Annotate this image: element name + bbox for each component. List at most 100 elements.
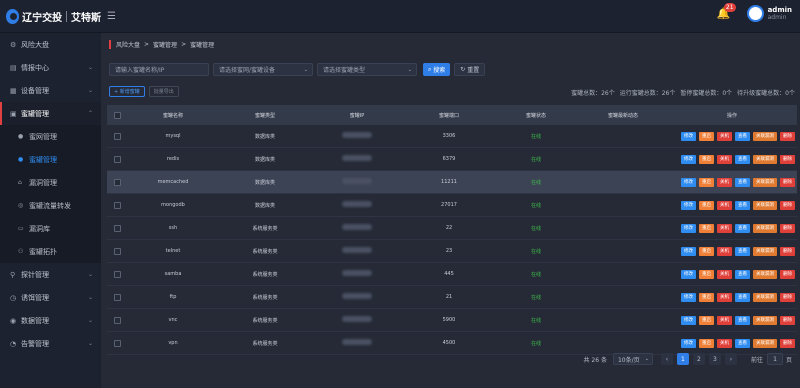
row-checkbox[interactable] xyxy=(113,224,121,232)
sidebar-subitem-honeypot[interactable]: ● 蜜罐管理 xyxy=(0,148,101,171)
sidebar-item-device-mgmt[interactable]: ▦ 设备管理 ⌄ xyxy=(0,79,101,102)
breadcrumb-item[interactable]: 蜜罐管理 xyxy=(153,40,177,49)
edit-button[interactable]: 修改 xyxy=(681,269,696,279)
shutdown-button[interactable]: 关机 xyxy=(717,246,732,256)
page-size-select[interactable]: 10条/页 ⌄ xyxy=(612,353,653,365)
table-row[interactable]: vpn 系统服务类 4500 在线 修改 重启 关机 查看 关联漏洞 删除 xyxy=(107,332,797,355)
menu-toggle-icon[interactable]: ☰ xyxy=(107,11,116,22)
delete-button[interactable]: 删除 xyxy=(780,338,795,348)
view-button[interactable]: 查看 xyxy=(735,177,750,187)
edit-button[interactable]: 修改 xyxy=(681,315,696,325)
edit-button[interactable]: 修改 xyxy=(681,200,696,210)
table-row[interactable]: samba 系统服务类 445 在线 修改 重启 关机 查看 关联漏洞 删除 xyxy=(107,263,797,286)
link-vuln-button[interactable]: 关联漏洞 xyxy=(753,292,777,302)
sidebar-subitem-vuln[interactable]: ⌂ 漏洞管理 xyxy=(0,171,101,194)
add-honeypot-button[interactable]: + 新增蜜罐 xyxy=(109,86,145,97)
delete-button[interactable]: 删除 xyxy=(780,223,795,233)
delete-button[interactable]: 删除 xyxy=(780,154,795,164)
restart-button[interactable]: 重启 xyxy=(699,223,714,233)
table-row[interactable]: mongodb 数据库类 27017 在线 修改 重启 关机 查看 关联漏洞 删除 xyxy=(107,194,797,217)
shutdown-button[interactable]: 关机 xyxy=(717,177,732,187)
delete-button[interactable]: 删除 xyxy=(780,246,795,256)
sidebar-item-risk-dashboard[interactable]: ⚙ 风险大盘 xyxy=(0,33,101,56)
delete-button[interactable]: 删除 xyxy=(780,269,795,279)
shutdown-button[interactable]: 关机 xyxy=(717,223,732,233)
prev-page-button[interactable]: ‹ xyxy=(660,353,673,365)
reset-button[interactable]: ↻ 重置 xyxy=(454,63,486,76)
view-button[interactable]: 查看 xyxy=(735,223,750,233)
row-checkbox[interactable] xyxy=(113,132,121,140)
delete-button[interactable]: 删除 xyxy=(780,131,795,141)
sidebar-subitem-topology[interactable]: ⚇ 蜜罐拓扑 xyxy=(0,240,101,263)
delete-button[interactable]: 删除 xyxy=(780,200,795,210)
restart-button[interactable]: 重启 xyxy=(699,177,714,187)
shutdown-button[interactable]: 关机 xyxy=(717,338,732,348)
sidebar-item-data-mgmt[interactable]: ◉ 数据管理 ⌄ xyxy=(0,309,101,332)
view-button[interactable]: 查看 xyxy=(735,338,750,348)
name-search-input[interactable]: 请输入蜜罐名称/IP xyxy=(109,63,209,76)
breadcrumb-item[interactable]: 风险大盘 xyxy=(116,40,140,49)
batch-export-button[interactable]: 批量导出 xyxy=(148,86,179,97)
row-checkbox[interactable] xyxy=(113,178,121,186)
link-vuln-button[interactable]: 关联漏洞 xyxy=(753,177,777,187)
type-select[interactable]: 请选择蜜罐类型 ⌄ xyxy=(317,63,417,76)
row-checkbox[interactable] xyxy=(113,155,121,163)
restart-button[interactable]: 重启 xyxy=(699,131,714,141)
delete-button[interactable]: 删除 xyxy=(780,315,795,325)
restart-button[interactable]: 重启 xyxy=(699,269,714,279)
sidebar-item-alarm-mgmt[interactable]: ◔ 告警管理 ⌄ xyxy=(0,332,101,355)
restart-button[interactable]: 重启 xyxy=(699,200,714,210)
view-button[interactable]: 查看 xyxy=(735,292,750,302)
view-button[interactable]: 查看 xyxy=(735,131,750,141)
table-row[interactable]: ftp 系统服务类 21 在线 修改 重启 关机 查看 关联漏洞 删除 xyxy=(107,286,797,309)
shutdown-button[interactable]: 关机 xyxy=(717,131,732,141)
sidebar-subitem-vuln-lib[interactable]: ▭ 漏洞库 xyxy=(0,217,101,240)
row-checkbox[interactable] xyxy=(113,247,121,255)
goto-page-input[interactable]: 1 xyxy=(766,353,783,365)
view-button[interactable]: 查看 xyxy=(735,246,750,256)
table-row[interactable]: vnc 系统服务类 5900 在线 修改 重启 关机 查看 关联漏洞 删除 xyxy=(107,309,797,332)
edit-button[interactable]: 修改 xyxy=(681,154,696,164)
sidebar-subitem-traffic[interactable]: ◎ 蜜罐流量转发 xyxy=(0,194,101,217)
table-row[interactable]: ssh 系统服务类 22 在线 修改 重启 关机 查看 关联漏洞 删除 xyxy=(107,217,797,240)
page-button[interactable]: 3 xyxy=(708,353,721,365)
sidebar-item-honeypot-mgmt[interactable]: ▣ 蜜罐管理 ⌃ xyxy=(0,102,101,125)
link-vuln-button[interactable]: 关联漏洞 xyxy=(753,200,777,210)
shutdown-button[interactable]: 关机 xyxy=(717,200,732,210)
table-row[interactable]: mysql 数据库类 3306 在线 修改 重启 关机 查看 关联漏洞 删除 xyxy=(107,125,797,148)
row-checkbox[interactable] xyxy=(113,339,121,347)
restart-button[interactable]: 重启 xyxy=(699,154,714,164)
shutdown-button[interactable]: 关机 xyxy=(717,154,732,164)
edit-button[interactable]: 修改 xyxy=(681,246,696,256)
link-vuln-button[interactable]: 关联漏洞 xyxy=(753,131,777,141)
page-button[interactable]: 1 xyxy=(676,353,689,365)
restart-button[interactable]: 重启 xyxy=(699,338,714,348)
view-button[interactable]: 查看 xyxy=(735,315,750,325)
restart-button[interactable]: 重启 xyxy=(699,292,714,302)
link-vuln-button[interactable]: 关联漏洞 xyxy=(753,154,777,164)
link-vuln-button[interactable]: 关联漏洞 xyxy=(753,246,777,256)
row-checkbox[interactable] xyxy=(113,201,121,209)
link-vuln-button[interactable]: 关联漏洞 xyxy=(753,315,777,325)
edit-button[interactable]: 修改 xyxy=(681,131,696,141)
row-checkbox[interactable] xyxy=(113,316,121,324)
select-all-checkbox[interactable] xyxy=(113,111,121,119)
next-page-button[interactable]: › xyxy=(724,353,737,365)
edit-button[interactable]: 修改 xyxy=(681,223,696,233)
avatar[interactable] xyxy=(746,5,764,22)
view-button[interactable]: 查看 xyxy=(735,269,750,279)
row-checkbox[interactable] xyxy=(113,293,121,301)
sidebar-item-intel-center[interactable]: ▤ 情报中心 ⌄ xyxy=(0,56,101,79)
edit-button[interactable]: 修改 xyxy=(681,177,696,187)
user-box[interactable]: admin admin xyxy=(768,6,792,22)
net-select[interactable]: 请选择蜜网/蜜罐设备 ⌄ xyxy=(213,63,313,76)
table-row[interactable]: redis 数据库类 6379 在线 修改 重启 关机 查看 关联漏洞 删除 xyxy=(107,148,797,171)
shutdown-button[interactable]: 关机 xyxy=(717,315,732,325)
table-row[interactable]: memcached 数据库类 11211 在线 修改 重启 关机 查看 关联漏洞 删除 xyxy=(107,171,797,194)
table-row[interactable]: telnet 系统服务类 23 在线 修改 重启 关机 查看 关联漏洞 删除 xyxy=(107,240,797,263)
sidebar-item-probe-mgmt[interactable]: ⚲ 探针管理 ⌄ xyxy=(0,263,101,286)
link-vuln-button[interactable]: 关联漏洞 xyxy=(753,338,777,348)
delete-button[interactable]: 删除 xyxy=(780,292,795,302)
shutdown-button[interactable]: 关机 xyxy=(717,269,732,279)
link-vuln-button[interactable]: 关联漏洞 xyxy=(753,269,777,279)
